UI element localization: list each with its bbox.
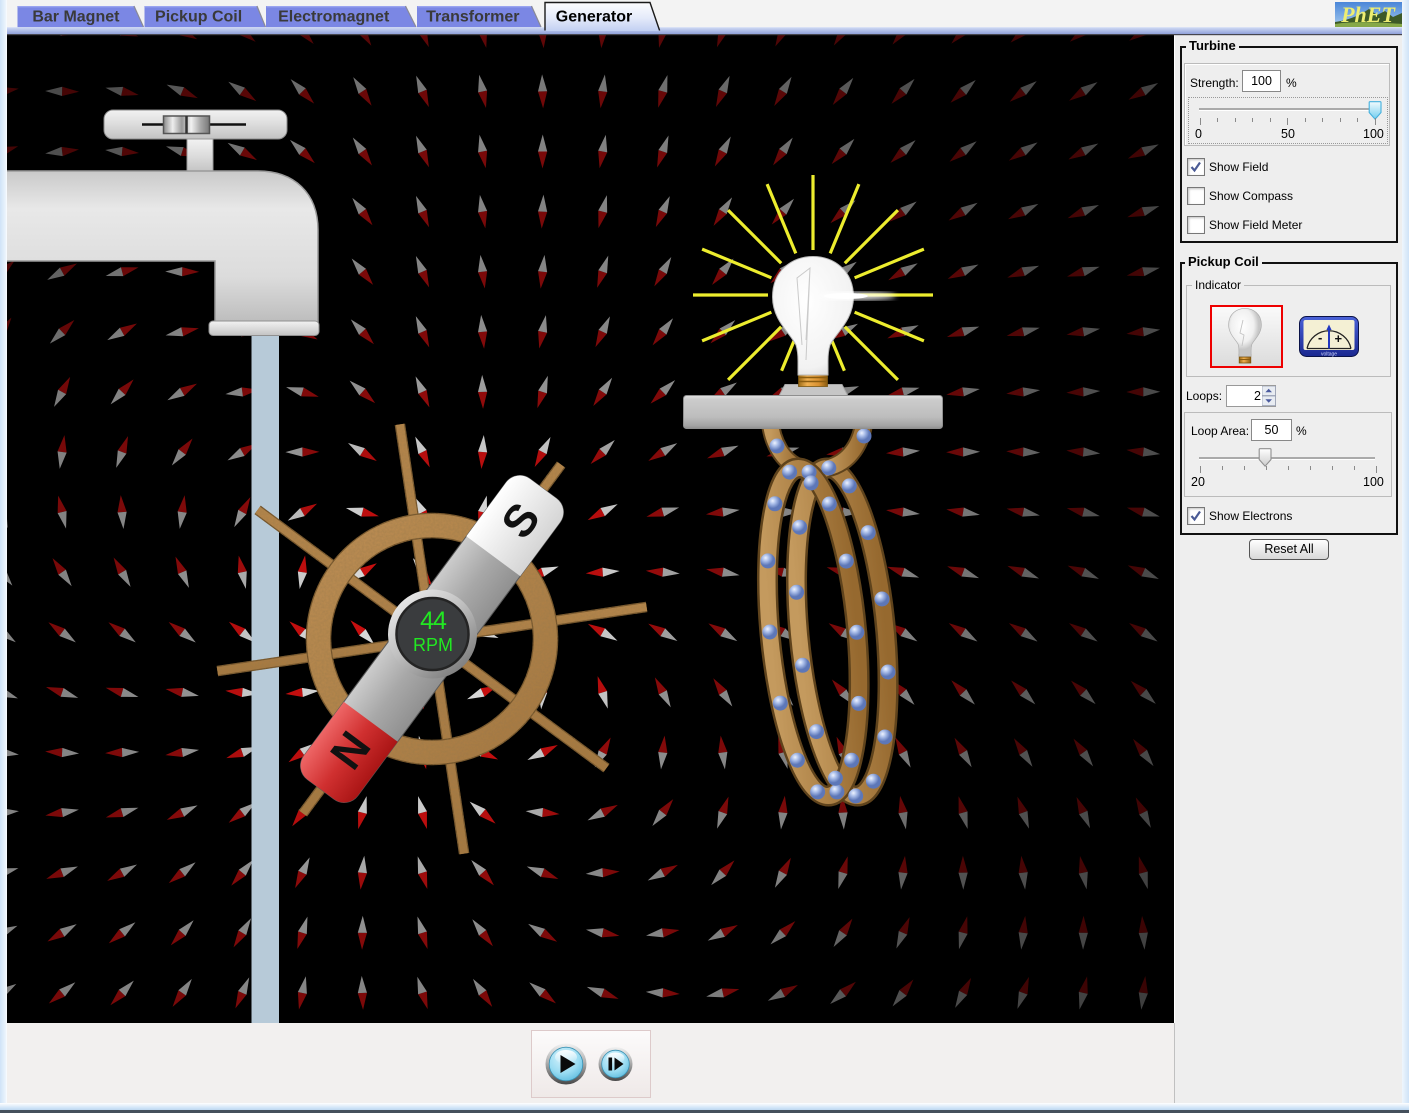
svg-text:-: -	[1318, 330, 1322, 345]
svg-text:Generator: Generator	[556, 9, 632, 26]
svg-text:voltage: voltage	[1321, 352, 1337, 358]
svg-text:+: +	[1335, 331, 1343, 346]
svg-text:PhET: PhET	[1340, 2, 1396, 27]
svg-text:44: 44	[420, 607, 447, 635]
svg-text:RPM: RPM	[413, 635, 453, 655]
svg-text:Pickup Coil: Pickup Coil	[155, 9, 242, 26]
svg-text:Electromagnet: Electromagnet	[278, 9, 390, 26]
svg-text:Bar Magnet: Bar Magnet	[32, 9, 120, 26]
svg-text:Transformer: Transformer	[426, 9, 519, 26]
